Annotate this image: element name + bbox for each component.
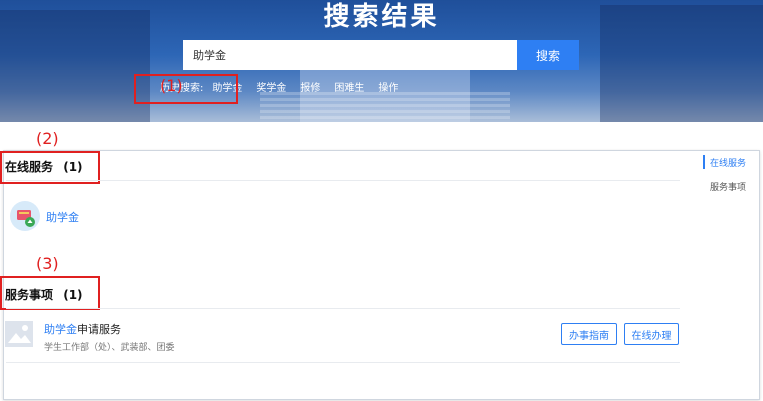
service-app-icon[interactable] <box>10 201 40 231</box>
side-nav-item-online-services[interactable]: 在线服务 <box>710 156 746 169</box>
service-item-title[interactable]: 助学金申请服务 <box>44 321 121 337</box>
history-keyword[interactable]: 操作 <box>378 79 398 94</box>
history-keyword[interactable]: 报修 <box>300 79 320 94</box>
divider <box>6 362 680 363</box>
side-nav-active-indicator <box>703 155 705 169</box>
divider <box>6 308 680 309</box>
hero-banner: 搜索结果 搜索 历史搜索: 助学金 奖学金 报修 困难生 操作 <box>0 0 763 122</box>
search-input[interactable] <box>183 40 517 70</box>
online-services-title: 在线服务 (1) <box>5 158 83 175</box>
annotation-label-2: (2) <box>36 129 59 148</box>
history-keyword[interactable]: 困难生 <box>334 79 364 94</box>
service-items-title-text: 服务事项 <box>5 288 54 302</box>
stairs <box>260 92 510 122</box>
guide-button[interactable]: 办事指南 <box>561 323 617 345</box>
divider <box>6 180 680 181</box>
annotation-label-3: (3) <box>36 254 59 273</box>
side-nav-item-service-items[interactable]: 服务事项 <box>710 180 746 193</box>
page-title: 搜索结果 <box>323 2 440 32</box>
online-services-count: (1) <box>63 160 83 174</box>
image-placeholder-icon <box>5 321 33 347</box>
search-button[interactable]: 搜索 <box>517 40 579 70</box>
service-item-title-highlight: 助学金 <box>44 323 77 336</box>
online-services-title-text: 在线服务 <box>5 160 54 174</box>
annotation-label-1: (1) <box>160 76 183 95</box>
service-items-title: 服务事项 (1) <box>5 286 83 303</box>
service-items-count: (1) <box>63 288 83 302</box>
online-handle-button[interactable]: 在线办理 <box>624 323 679 345</box>
history-keyword[interactable]: 奖学金 <box>256 79 286 94</box>
online-service-link[interactable]: 助学金 <box>46 209 79 225</box>
service-item-title-rest: 申请服务 <box>77 323 121 336</box>
annotation-box-1 <box>134 74 238 104</box>
service-item-department: 学生工作部（处）、武装部、团委 <box>44 343 175 353</box>
